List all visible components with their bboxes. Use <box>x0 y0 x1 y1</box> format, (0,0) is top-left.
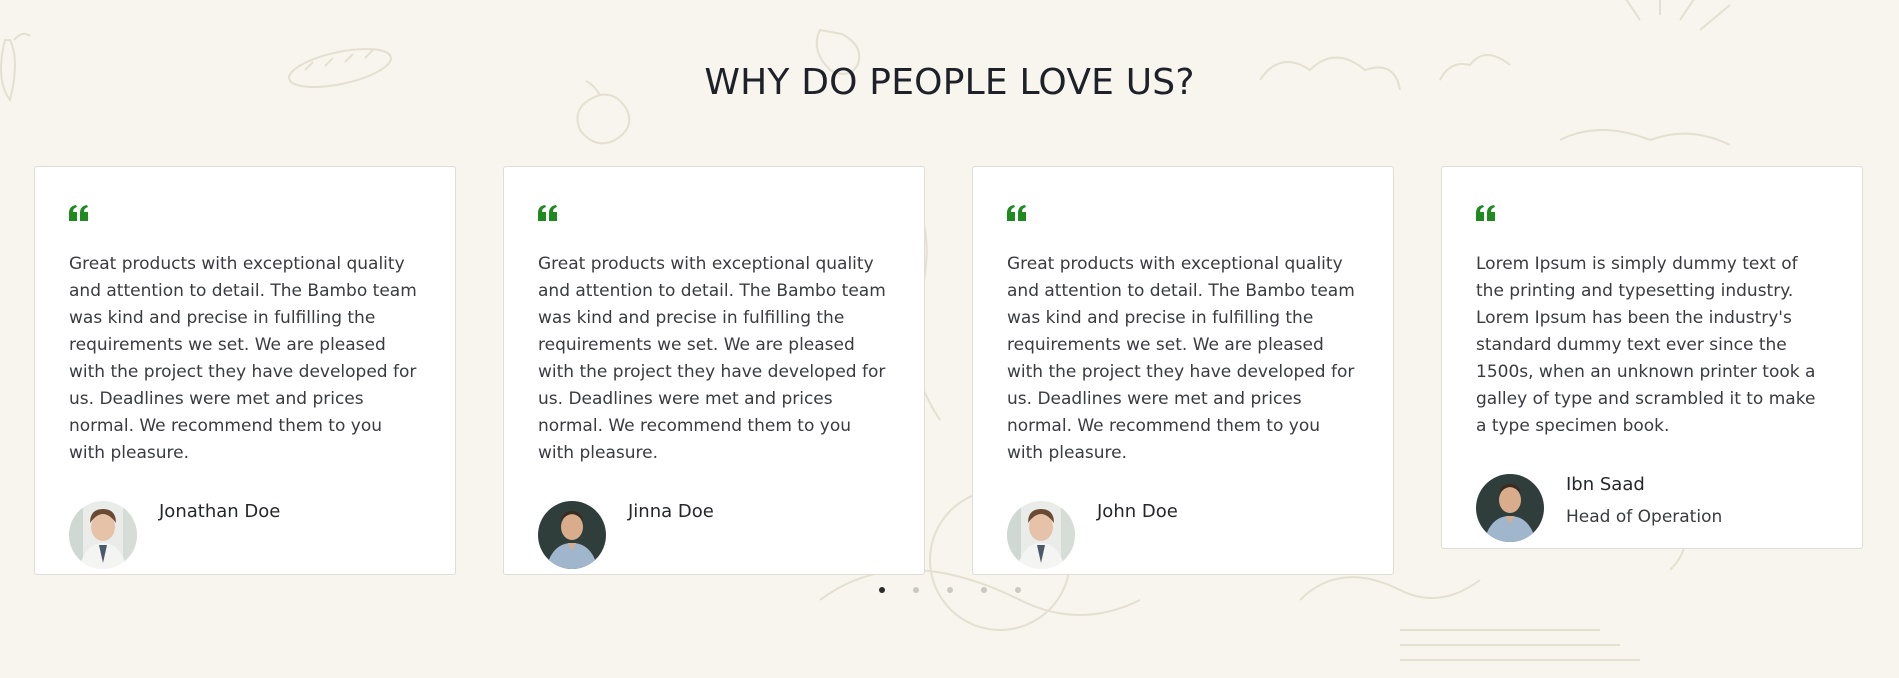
man-avatar <box>538 501 606 569</box>
testimonial-author: Jonathan Doe <box>69 501 421 569</box>
quote-icon <box>1007 205 1026 221</box>
author-info: John Doe <box>1097 501 1178 523</box>
testimonial-card: Great products with exceptional quality … <box>503 166 925 575</box>
author-info: Jonathan Doe <box>159 501 280 523</box>
testimonial-card: Great products with exceptional quality … <box>34 166 456 575</box>
carousel-dot-5[interactable] <box>1015 587 1021 593</box>
woman-avatar <box>69 501 137 569</box>
man-avatar <box>1476 474 1544 542</box>
testimonial-quote: Great products with exceptional quality … <box>1007 254 1355 463</box>
carousel-pagination <box>879 587 1049 593</box>
quote-icon <box>1476 205 1495 221</box>
author-info: Jinna Doe <box>628 501 714 523</box>
carousel-dot-3[interactable] <box>947 587 953 593</box>
author-name: Ibn Saad <box>1566 474 1645 495</box>
testimonial-author: Jinna Doe <box>538 501 890 569</box>
author-role: Head of Operation <box>1566 507 1723 527</box>
quote-icon <box>538 205 557 221</box>
testimonial-quote: Great products with exceptional quality … <box>538 254 886 463</box>
author-name: John Doe <box>1097 501 1178 522</box>
quote-icon <box>69 205 88 221</box>
woman-avatar <box>1007 501 1075 569</box>
carousel-dot-1[interactable] <box>879 587 885 593</box>
testimonial-author: Ibn Saad Head of Operation <box>1476 474 1828 542</box>
testimonial-card: Lorem Ipsum is simply dummy text of the … <box>1441 166 1863 549</box>
testimonial-quote: Great products with exceptional quality … <box>69 254 417 463</box>
testimonial-quote: Lorem Ipsum is simply dummy text of the … <box>1476 254 1816 436</box>
author-name: Jinna Doe <box>628 501 714 522</box>
section-title: WHY DO PEOPLE LOVE US? <box>704 62 1195 103</box>
testimonial-card: Great products with exceptional quality … <box>972 166 1394 575</box>
author-name: Jonathan Doe <box>159 501 281 522</box>
author-info: Ibn Saad Head of Operation <box>1566 474 1722 528</box>
testimonial-author: John Doe <box>1007 501 1359 569</box>
carousel-dot-2[interactable] <box>913 587 919 593</box>
carousel-dot-4[interactable] <box>981 587 987 593</box>
